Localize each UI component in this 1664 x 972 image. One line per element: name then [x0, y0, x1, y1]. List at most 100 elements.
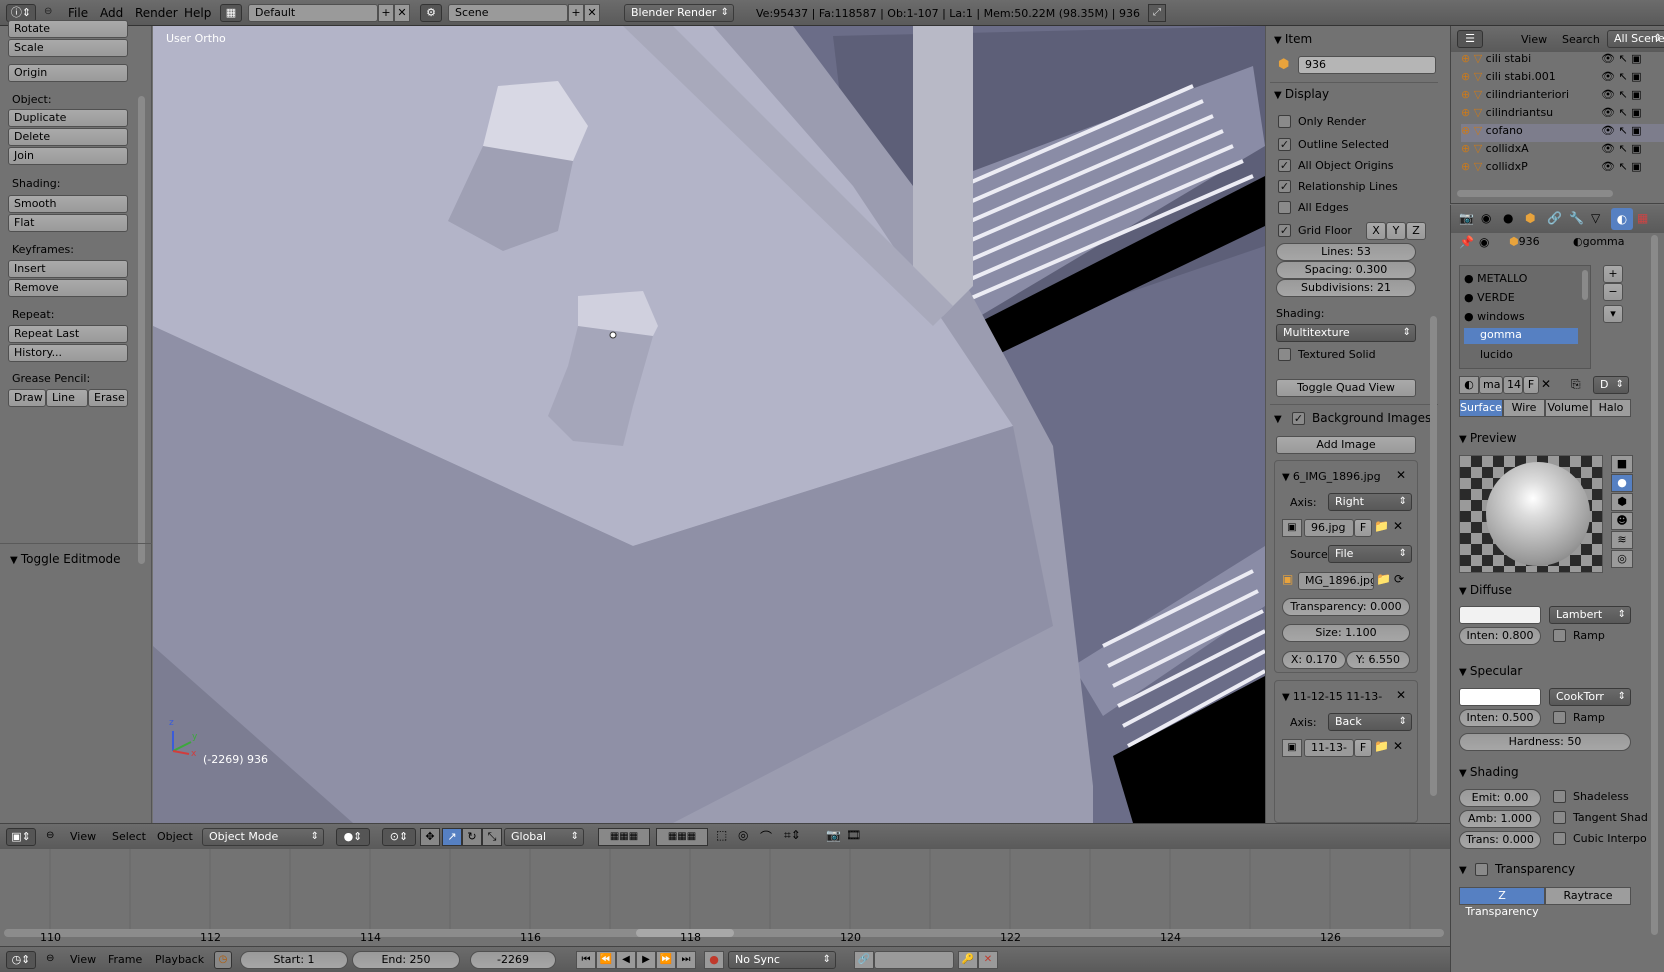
folder-icon[interactable]: 📁 — [1376, 572, 1391, 586]
emit-field[interactable]: Emit: 0.00 — [1459, 789, 1541, 807]
bg-image-2-header[interactable]: ▼ 11-12-15 11-13- — [1282, 690, 1382, 703]
manipulator-icon[interactable]: ✥ — [420, 828, 440, 846]
all-edges-checkbox[interactable] — [1278, 201, 1291, 214]
grid-lines-field[interactable]: Lines: 53 — [1276, 243, 1416, 261]
hardness-field[interactable]: Hardness: 50 — [1459, 733, 1631, 751]
preview-panel-header[interactable]: ▼ Preview — [1459, 431, 1517, 445]
close-icon[interactable]: ✕ — [1396, 468, 1406, 482]
sync-mode-select[interactable]: No Sync — [728, 951, 836, 969]
tab-wire[interactable]: Wire — [1503, 399, 1545, 417]
toggle-quad-view-button[interactable]: Toggle Quad View — [1276, 379, 1416, 397]
current-frame-field[interactable]: -2269 — [470, 951, 556, 969]
modifiers-tab-icon[interactable]: 🔧 — [1569, 211, 1584, 225]
start-frame-field[interactable]: Start: 1 — [240, 951, 348, 969]
material-slot[interactable]: ● METALLO — [1464, 272, 1527, 285]
bg-image-1-file-field[interactable]: 96.jpg — [1304, 519, 1354, 537]
timeline-editor-icon[interactable]: ◷⇕ — [6, 951, 36, 969]
pin-icon[interactable]: 📌 — [1459, 235, 1474, 249]
flat-button[interactable]: Flat — [8, 214, 128, 232]
proportional-falloff-icon[interactable]: ⌒ — [760, 828, 772, 845]
grid-floor-checkbox[interactable]: ✓ — [1278, 224, 1291, 237]
render-anim-icon[interactable]: 🎞 — [846, 828, 861, 842]
material-slot[interactable]: ● windows — [1464, 310, 1525, 323]
3d-viewport[interactable]: User Ortho (-2269) 936 z y x — [153, 26, 1265, 823]
grease-line-button[interactable]: Line — [46, 389, 88, 407]
copy-icon[interactable]: ⎘ — [1571, 377, 1581, 392]
jump-end-icon[interactable]: ⏭ — [676, 951, 696, 969]
bg-image-1-header[interactable]: ▼ 6_IMG_1896.jpg — [1282, 470, 1381, 483]
only-render-checkbox[interactable] — [1278, 115, 1291, 128]
constraints-tab-icon[interactable]: 🔗 — [1547, 211, 1562, 225]
layers-grid-icon[interactable]: ▦▦▦ — [598, 828, 650, 846]
outliner-item[interactable]: ⊕ ▽ cilindrianteriori 👁 ↖ ▣ — [1461, 88, 1664, 106]
transparency-panel-header[interactable]: ▼ — [1459, 862, 1467, 876]
outliner-search-menu[interactable]: Search — [1562, 33, 1600, 46]
specular-intensity-field[interactable]: Inten: 0.500 — [1459, 709, 1541, 727]
grid-spacing-field[interactable]: Spacing: 0.300 — [1276, 261, 1416, 279]
fake-user-toggle[interactable]: F — [1354, 739, 1372, 757]
slot-list-scrollbar[interactable] — [1582, 270, 1588, 300]
grid-z-toggle[interactable]: Z — [1406, 222, 1426, 240]
preview-sphere-icon[interactable]: ● — [1611, 474, 1633, 492]
specular-color-swatch[interactable] — [1459, 688, 1541, 706]
snap-icon[interactable]: ⌗⇕ — [784, 828, 801, 843]
material-scrollbar[interactable] — [1651, 235, 1658, 935]
fake-user-toggle[interactable]: F — [1523, 376, 1539, 394]
translucency-field[interactable]: Trans: 0.000 — [1459, 831, 1541, 849]
layers-grid-icon-2[interactable]: ▦▦▦ — [656, 828, 708, 846]
repeat-last-button[interactable]: Repeat Last — [8, 325, 128, 343]
rotate-manipulator-icon[interactable]: ↻ — [462, 828, 482, 846]
add-layout-icon[interactable]: + — [378, 4, 394, 22]
duplicate-button[interactable]: Duplicate — [8, 109, 128, 127]
keying-set-field[interactable] — [874, 951, 954, 969]
object-menu[interactable]: Object — [157, 830, 193, 843]
proportional-edit-icon[interactable]: ◎ — [738, 828, 748, 842]
unlink-icon[interactable]: ✕ — [1541, 377, 1551, 391]
reload-icon[interactable]: ⟳ — [1394, 572, 1404, 586]
texture-tab-icon[interactable]: ▦ — [1637, 211, 1648, 225]
bg-image-1-y-offset[interactable]: Y: 6.550 — [1346, 651, 1410, 669]
scene-icon[interactable]: ⚙ — [420, 4, 442, 22]
play-icon[interactable]: ▶ — [636, 951, 656, 969]
render-engine-select[interactable]: Blender Render — [624, 4, 734, 22]
outliner-item[interactable]: ⊕ ▽ collidxA 👁 ↖ ▣ — [1461, 142, 1664, 160]
add-image-button[interactable]: Add Image — [1276, 436, 1416, 454]
rotate-button[interactable]: Rotate — [8, 20, 128, 38]
raytrace-button[interactable]: Raytrace — [1545, 887, 1631, 905]
bg-image-1-x-offset[interactable]: X: 0.170 — [1282, 651, 1346, 669]
outline-selected-checkbox[interactable]: ✓ — [1278, 138, 1291, 151]
diffuse-panel-header[interactable]: ▼ Diffuse — [1459, 583, 1512, 597]
history-button[interactable]: History... — [8, 344, 128, 362]
background-images-header[interactable]: ▼ — [1274, 411, 1282, 425]
collapse-icon[interactable]: ⊖ — [46, 953, 54, 964]
delete-layout-icon[interactable]: ✕ — [394, 4, 410, 22]
delete-button[interactable]: Delete — [8, 128, 128, 146]
world-tab-icon[interactable]: ● — [1503, 211, 1513, 225]
cubic-interpolation-checkbox[interactable] — [1553, 832, 1566, 845]
preview-range-icon[interactable]: ◷ — [214, 951, 232, 969]
bg-image-1-transparency[interactable]: Transparency: 0.000 — [1282, 598, 1410, 616]
object-tab-icon[interactable]: ⬢ — [1525, 211, 1535, 225]
end-frame-field[interactable]: End: 250 — [352, 951, 460, 969]
lock-camera-icon[interactable]: ⬚ — [716, 828, 727, 842]
insert-key-icon[interactable]: 🔑 — [958, 951, 978, 969]
transform-orientation-select[interactable]: Global — [504, 828, 584, 846]
menu-add[interactable]: Add — [100, 6, 123, 20]
all-object-origins-checkbox[interactable]: ✓ — [1278, 159, 1291, 172]
material-users-field[interactable]: 14 — [1503, 376, 1523, 394]
tab-volume[interactable]: Volume — [1545, 399, 1591, 417]
material-slot[interactable]: lucido — [1480, 348, 1513, 361]
pivot-icon[interactable]: ⊙⇕ — [382, 828, 416, 846]
viewport-shading-icon[interactable]: ●⇕ — [336, 828, 370, 846]
preview-cube-icon[interactable]: ⬢ — [1611, 493, 1633, 511]
shadeless-checkbox[interactable] — [1553, 790, 1566, 803]
bg-image-1-axis-select[interactable]: Right — [1328, 493, 1412, 511]
folder-icon[interactable]: 📁 — [1374, 739, 1389, 753]
mode-select[interactable]: Object Mode — [202, 828, 324, 846]
join-button[interactable]: Join — [8, 147, 128, 165]
material-slot-active[interactable]: gomma — [1464, 328, 1578, 344]
menu-render[interactable]: Render — [135, 6, 178, 20]
slot-menu-button[interactable]: ▾ — [1603, 305, 1623, 323]
tab-surface[interactable]: Surface — [1459, 399, 1503, 417]
item-panel-header[interactable]: ▼ Item — [1274, 32, 1312, 46]
